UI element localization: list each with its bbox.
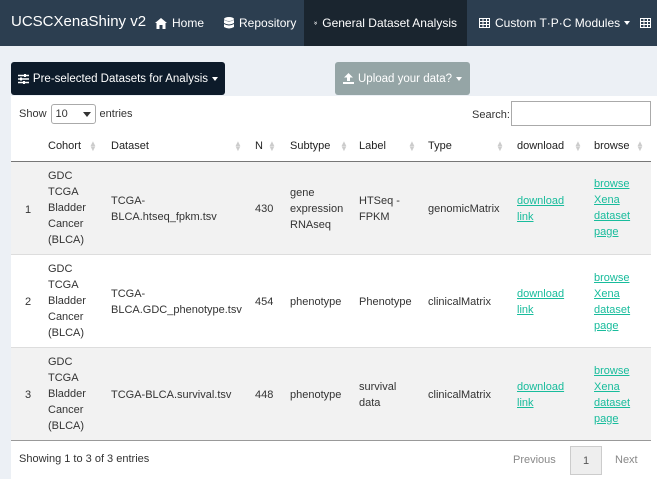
dataset-cell: TCGA- BLCA.htseq_fpkm.tsv <box>111 195 217 223</box>
nav-repository[interactable]: Repository <box>214 0 306 46</box>
row-index: 1 <box>25 204 32 216</box>
entries-select-value: 10 <box>55 108 68 120</box>
table-icon <box>479 18 490 28</box>
preselected-datasets-button[interactable]: Pre-selected Datasets for Analysis <box>11 62 225 95</box>
row-index: 3 <box>25 389 32 401</box>
column-header-label[interactable]: Label <box>359 140 386 152</box>
download-link[interactable]: download link <box>517 286 564 318</box>
type-cell: clinicalMatrix <box>428 296 491 308</box>
double-chevron-down-icon <box>314 21 318 25</box>
browse-xena-link[interactable]: browse Xena dataset page <box>594 176 630 240</box>
entries-label: entries <box>99 108 133 120</box>
chevron-down-icon <box>82 111 91 117</box>
label-cell: Phenotype <box>359 296 412 308</box>
nav-general-dataset-analysis[interactable]: General Dataset Analysis <box>304 0 467 46</box>
sort-icon: ▲ ▼ <box>234 139 242 153</box>
row-index: 2 <box>25 296 32 308</box>
sort-icon: ▲ ▼ <box>408 139 416 153</box>
dropdown-caret-icon <box>212 76 219 81</box>
table-info: Showing 1 to 3 of 3 entries <box>19 453 150 465</box>
n-cell: 454 <box>255 296 274 308</box>
column-header-n[interactable]: N <box>255 140 263 152</box>
nav-home-label: Home <box>172 16 205 30</box>
column-header-subtype[interactable]: Subtype <box>290 140 330 152</box>
previous-page-button[interactable]: Previous <box>513 446 556 474</box>
cohort-cell: GDC TCGA Bladder Cancer (BLCA) <box>48 263 86 339</box>
upload-data-label: Upload your data? <box>358 72 452 85</box>
sort-icon: ▲ ▼ <box>268 139 276 153</box>
nav-overflow-item[interactable] <box>630 0 657 46</box>
sort-icon: ▲ ▼ <box>574 139 582 153</box>
page-1-button[interactable]: 1 <box>570 446 602 475</box>
nav-home[interactable]: Home <box>145 0 214 46</box>
sliders-icon <box>17 73 29 84</box>
column-header-dataset[interactable]: Dataset <box>111 140 149 152</box>
sort-icon: ▲ ▼ <box>340 139 348 153</box>
sort-icon: ▲ ▼ <box>496 139 504 153</box>
column-header-cohort[interactable]: Cohort <box>48 140 81 152</box>
column-header-type[interactable]: Type <box>428 140 452 152</box>
dataset-cell: TCGA-BLCA.survival.tsv <box>111 389 232 401</box>
home-icon <box>155 17 167 29</box>
download-link[interactable]: download link <box>517 193 564 225</box>
search-input[interactable] <box>511 101 651 126</box>
entries-length-control: Show 10 entries <box>19 104 133 124</box>
entries-select[interactable]: 10 <box>50 104 96 124</box>
upload-data-button[interactable]: Upload your data? <box>335 62 470 95</box>
browse-xena-link[interactable]: browse Xena dataset page <box>594 363 630 427</box>
type-cell: clinicalMatrix <box>428 389 491 401</box>
nav-repository-label: Repository <box>239 16 297 30</box>
subtype-cell: phenotype <box>290 389 342 401</box>
cohort-cell: GDC TCGA Bladder Cancer (BLCA) <box>48 356 86 432</box>
nav-general-dataset-analysis-label: General Dataset Analysis <box>322 16 457 30</box>
column-header-browse[interactable]: browse <box>594 140 629 152</box>
preselected-datasets-label: Pre-selected Datasets for Analysis <box>32 72 209 85</box>
database-icon <box>224 17 234 29</box>
nav-custom-modules-label: Custom T·P·C Modules <box>495 16 621 30</box>
subtype-cell: phenotype <box>290 296 342 308</box>
upload-icon <box>343 73 354 84</box>
download-link[interactable]: download link <box>517 379 564 411</box>
search-label: Search: <box>472 109 510 121</box>
nav-custom-modules[interactable]: Custom T·P·C Modules <box>469 0 640 46</box>
show-label: Show <box>19 108 47 120</box>
top-navbar: UCSCXenaShiny v2 Home Repository General… <box>0 0 657 46</box>
label-cell: survival data <box>359 381 397 409</box>
dropdown-caret-icon <box>455 76 462 81</box>
column-header-download[interactable]: download <box>517 140 564 152</box>
sort-icon: ▲ ▼ <box>89 139 97 153</box>
browse-xena-link[interactable]: browse Xena dataset page <box>594 270 630 334</box>
n-cell: 430 <box>255 203 274 215</box>
dataset-cell: TCGA- BLCA.GDC_phenotype.tsv <box>111 288 242 316</box>
cohort-cell: GDC TCGA Bladder Cancer (BLCA) <box>48 170 86 246</box>
table-icon <box>640 18 651 28</box>
label-cell: HTSeq - FPKM <box>359 195 400 223</box>
n-cell: 448 <box>255 389 274 401</box>
sort-icon: ▲ ▼ <box>636 139 644 153</box>
subtype-cell: gene expression RNAseq <box>290 187 344 231</box>
brand-title[interactable]: UCSCXenaShiny v2 <box>11 13 146 30</box>
type-cell: genomicMatrix <box>428 203 500 215</box>
next-page-button[interactable]: Next <box>615 446 638 474</box>
